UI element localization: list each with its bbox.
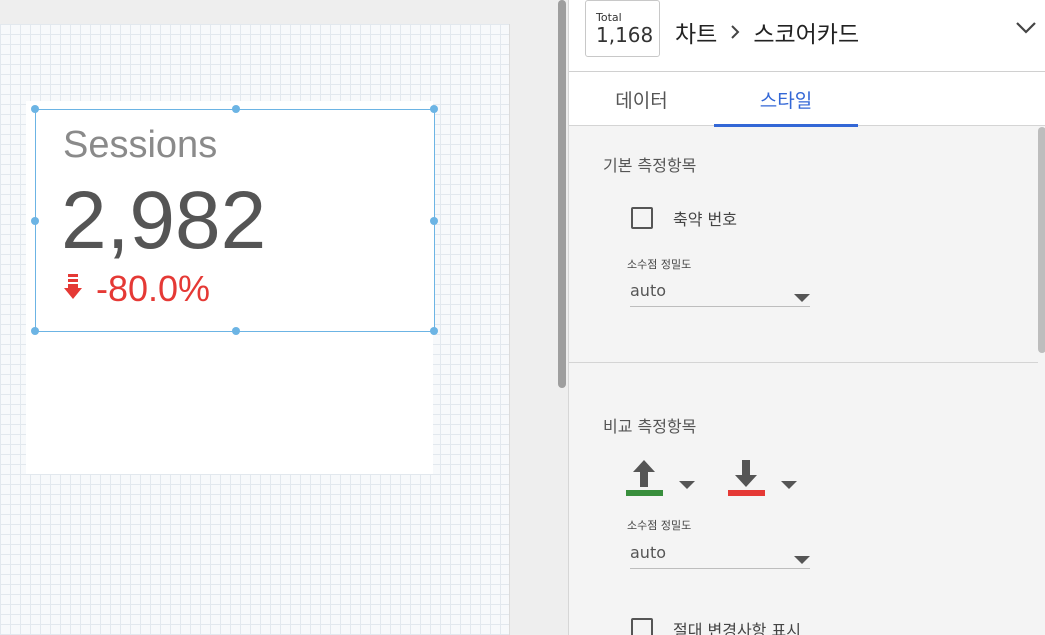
comparison-precision-select[interactable]: auto	[630, 537, 810, 569]
negative-color-bar	[728, 490, 765, 496]
primary-precision-label: 소수점 정밀도	[627, 258, 692, 271]
comparison-precision-label: 소수점 정밀도	[627, 519, 692, 532]
breadcrumb-item-scorecard: 스코어카드	[753, 22, 860, 48]
compact-numbers-row[interactable]: 축약 번호	[631, 206, 737, 230]
caret-down-icon[interactable]	[679, 474, 695, 493]
report-canvas-area: Sessions 2,982 -80.0%	[0, 0, 556, 635]
caret-down-icon[interactable]	[781, 474, 797, 493]
compact-numbers-label: 축약 번호	[673, 210, 737, 229]
primary-precision-value: auto	[630, 281, 667, 300]
breadcrumb-item-chart: 차트	[675, 22, 718, 48]
chevron-down-icon[interactable]	[1015, 20, 1037, 40]
positive-color-picker[interactable]	[626, 460, 695, 496]
total-value: 1,168	[596, 23, 654, 47]
canvas-scrollbar-thumb[interactable]	[558, 0, 566, 388]
style-panel-body: 기본 측정항목 축약 번호 소수점 정밀도 auto 비교 측정항목 소수점 정…	[569, 127, 1038, 635]
positive-color-swatch[interactable]	[626, 460, 663, 496]
arrow-down-icon	[735, 460, 757, 487]
panel-tabs: 데이터 스타일	[569, 72, 1045, 127]
negative-color-swatch[interactable]	[728, 460, 765, 496]
scorecard-comparison: -80.0%	[64, 268, 210, 310]
caret-down-icon	[794, 287, 810, 306]
breadcrumb: 차트 스코어카드	[675, 15, 859, 49]
absolute-change-checkbox[interactable]	[631, 618, 653, 635]
primary-metric-title: 기본 측정항목	[603, 156, 697, 175]
resize-handle-top-right[interactable]	[430, 105, 438, 113]
resize-handle-bottom-right[interactable]	[430, 327, 438, 335]
resize-handle-bottom[interactable]	[232, 327, 240, 335]
resize-handle-bottom-left[interactable]	[31, 327, 39, 335]
scorecard-metric-label: Sessions	[63, 124, 218, 166]
absolute-change-row[interactable]: 절대 변경사항 표시	[631, 617, 801, 635]
comparison-precision-value: auto	[630, 543, 667, 562]
tab-style[interactable]: 스타일	[714, 72, 858, 127]
scorecard-change-value: -80.0%	[96, 268, 211, 309]
scorecard-metric-value: 2,982	[61, 175, 267, 266]
panel-header: Total 1,168 차트 스코어카드	[569, 0, 1045, 72]
arrow-down-icon	[64, 273, 82, 306]
positive-color-bar	[626, 490, 663, 496]
primary-precision-select[interactable]: auto	[630, 275, 810, 307]
panel-scrollbar-thumb[interactable]	[1038, 127, 1045, 353]
scorecard-chart[interactable]: Sessions 2,982 -80.0%	[31, 105, 438, 335]
compact-numbers-checkbox[interactable]	[631, 207, 653, 229]
comparison-metric-title: 비교 측정항목	[603, 417, 697, 436]
canvas-scrollbar[interactable]	[556, 0, 568, 635]
negative-color-picker[interactable]	[728, 460, 797, 496]
section-divider	[569, 362, 1038, 363]
resize-handle-top-left[interactable]	[31, 105, 39, 113]
tab-data[interactable]: 데이터	[569, 72, 714, 126]
chevron-right-icon	[729, 24, 741, 40]
properties-panel: Total 1,168 차트 스코어카드 데이터 스타일 기본 측정항목 축약 …	[568, 0, 1045, 635]
caret-down-icon	[794, 549, 810, 568]
chart-type-badge[interactable]: Total 1,168	[585, 0, 660, 57]
resize-handle-top[interactable]	[232, 105, 240, 113]
arrow-up-icon	[633, 460, 655, 487]
absolute-change-label: 절대 변경사항 표시	[673, 621, 801, 635]
resize-handle-right[interactable]	[430, 217, 438, 225]
resize-handle-left[interactable]	[31, 217, 39, 225]
